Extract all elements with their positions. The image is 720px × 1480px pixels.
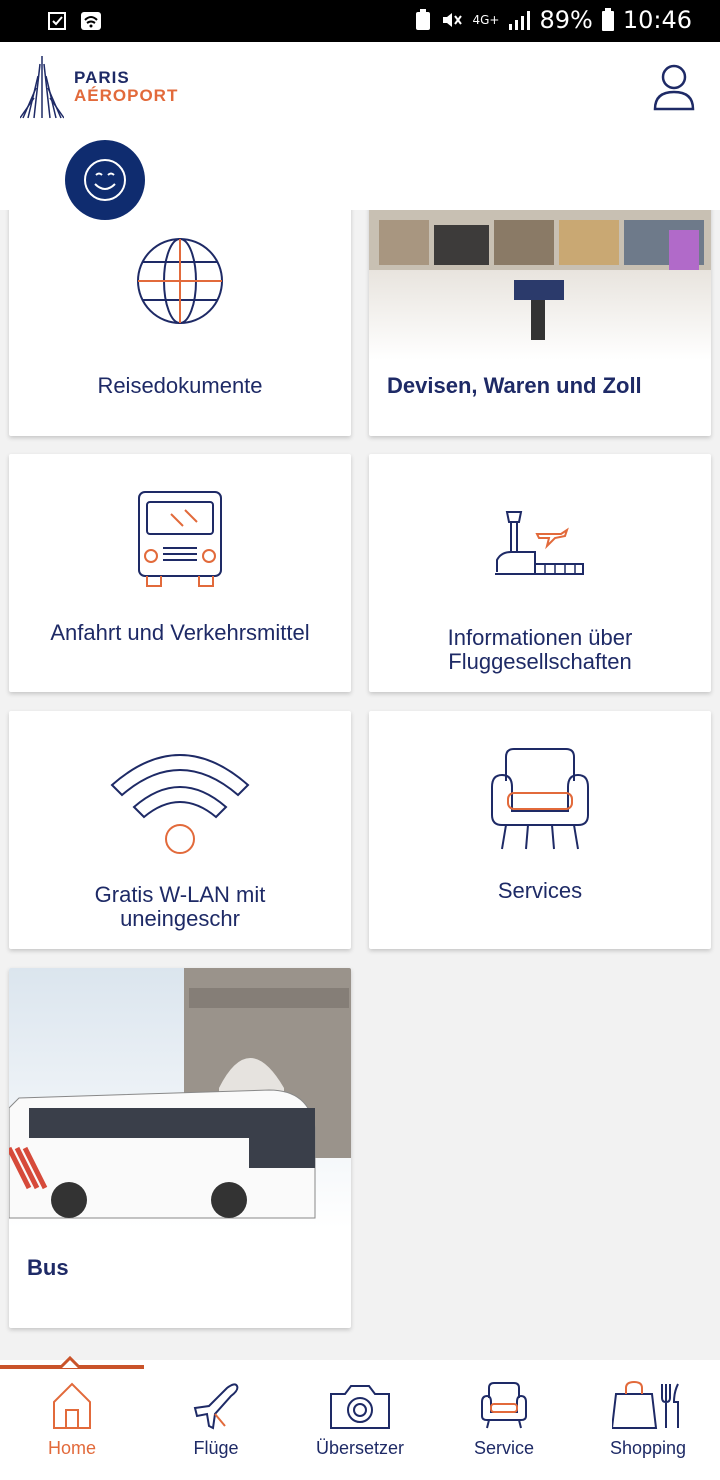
nav-label: Shopping	[609, 1438, 687, 1458]
signal-icon	[509, 11, 531, 30]
globe-icon	[137, 238, 223, 324]
nav-home[interactable]: Home	[0, 1380, 144, 1470]
airport-tower-icon	[495, 511, 584, 575]
checkbox-notification-icon	[48, 12, 66, 30]
smiley-icon	[84, 159, 126, 201]
tile-devisen-waren-zoll[interactable]: Devisen, Waren und Zoll	[369, 210, 711, 436]
nav-label: Service	[473, 1438, 535, 1458]
profile-icon[interactable]	[652, 62, 696, 112]
shopping-mall-image	[369, 210, 711, 360]
nav-label: Übersetzer	[315, 1438, 405, 1458]
mute-icon	[443, 13, 463, 27]
nav-service[interactable]: Service	[432, 1380, 576, 1470]
tile-label: Bus	[27, 1255, 69, 1280]
armchair-icon	[491, 748, 589, 850]
paris-aeroport-logo[interactable]: PARIS AÉROPORT	[20, 54, 178, 120]
feedback-smiley-button[interactable]	[65, 140, 145, 220]
tile-label-line1: Gratis W-LAN mit	[94, 882, 266, 907]
nav-uebersetzer[interactable]: Übersetzer	[288, 1380, 432, 1470]
tile-label: Anfahrt und Verkehrsmittel	[50, 620, 310, 645]
wifi-status-icon	[81, 12, 101, 30]
bottom-navigation: Home Flüge Übersetzer Service Shopping	[0, 1356, 720, 1480]
nav-shopping[interactable]: Shopping	[576, 1380, 720, 1470]
tile-label: Services	[497, 878, 583, 903]
app-header: PARIS AÉROPORT	[0, 42, 720, 220]
tile-bus[interactable]: Bus	[9, 968, 351, 1328]
tiles-grid: Reisedokumente Devisen, Waren und Zoll A…	[0, 210, 720, 1360]
home-icon	[53, 1382, 91, 1429]
network-type: 4G+	[472, 13, 500, 27]
battery-saver-icon	[416, 9, 431, 30]
tile-anfahrt-verkehrsmittel[interactable]: Anfahrt und Verkehrsmittel	[9, 454, 351, 692]
tile-services[interactable]: Services	[369, 711, 711, 949]
tile-label-line1: Informationen über	[447, 625, 633, 650]
nav-fluege[interactable]: Flüge	[144, 1380, 288, 1470]
logo-line1: PARIS	[74, 68, 130, 87]
logo-line2: AÉROPORT	[74, 86, 179, 105]
wifi-icon	[110, 754, 250, 854]
tile-label: Devisen, Waren und Zoll	[387, 373, 642, 398]
tile-label-line2: Fluggesellschaften	[448, 649, 632, 674]
active-notch	[60, 1356, 80, 1370]
battery-icon	[601, 8, 614, 31]
camera-icon	[330, 1385, 390, 1429]
tile-label-line2: uneingeschr	[120, 906, 240, 931]
status-bar: 4G+ 89% 10:46	[0, 0, 720, 42]
tile-label: Reisedokumente	[97, 373, 263, 398]
tile-gratis-wlan[interactable]: Gratis W-LAN mit uneingeschr	[9, 711, 351, 949]
tile-label: Informationen über Fluggesellschaften	[369, 626, 711, 674]
bus-front-icon	[138, 491, 222, 587]
logo-mark-icon	[20, 56, 64, 119]
nav-label: Flüge	[193, 1438, 239, 1458]
armchair-icon	[481, 1382, 527, 1429]
airplane-icon	[193, 1383, 239, 1430]
tile-fluggesellschaften[interactable]: Informationen über Fluggesellschaften	[369, 454, 711, 692]
shopping-bag-icon	[612, 1380, 679, 1429]
tile-label: Gratis W-LAN mit uneingeschr	[9, 883, 351, 931]
nav-label: Home	[47, 1438, 96, 1458]
bus-photo-image	[9, 968, 351, 1228]
tile-reisedokumente[interactable]: Reisedokumente	[9, 210, 351, 436]
clock: 10:46	[622, 6, 692, 34]
battery-percent: 89%	[539, 6, 593, 34]
